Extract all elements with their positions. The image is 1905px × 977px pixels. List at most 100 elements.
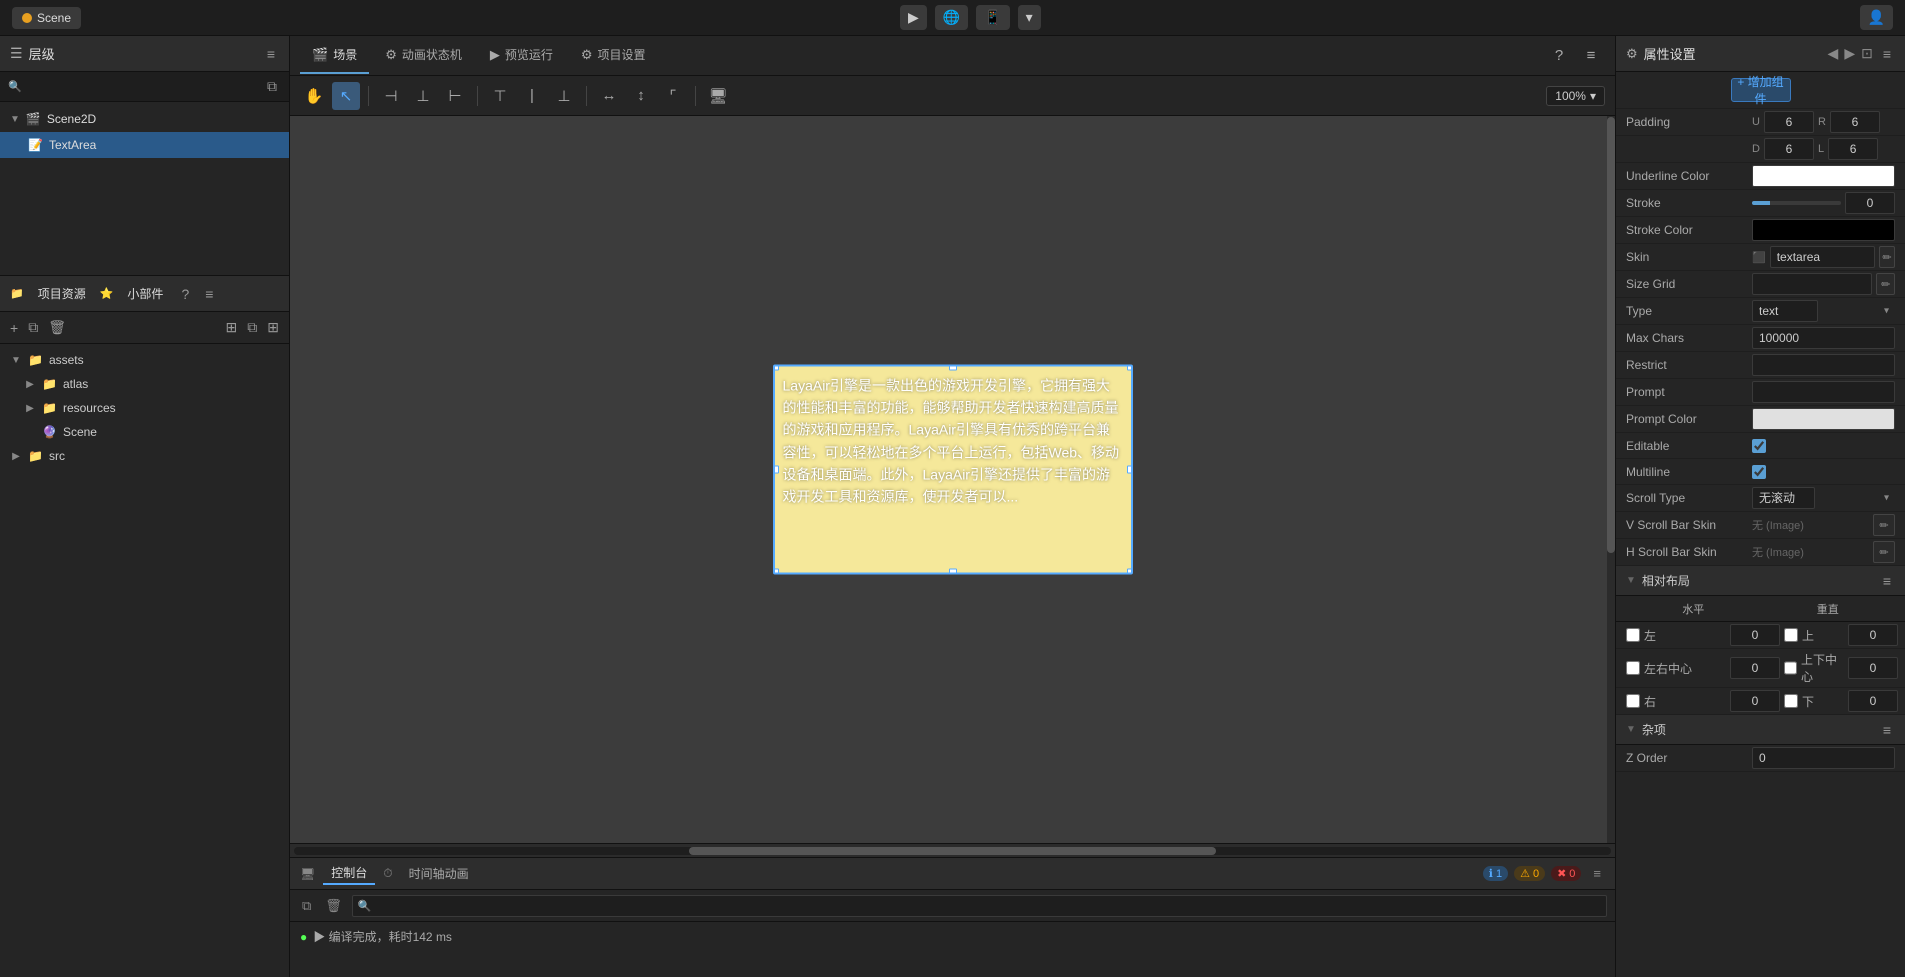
tree-scene[interactable]: ▶ 🔮 Scene <box>0 420 289 444</box>
align-center-h-button[interactable]: ⊥ <box>409 82 437 110</box>
hand-tool-button[interactable]: ✋ <box>300 82 328 110</box>
scroll-type-select[interactable]: 无滚动 水平滚动 垂直滚动 自由滚动 <box>1752 487 1815 509</box>
console-copy-button[interactable]: ⧉ <box>298 896 315 916</box>
scene-tab[interactable]: Scene <box>12 7 81 29</box>
v-scroll-edit-button[interactable]: ✏ <box>1873 514 1895 536</box>
skin-edit-button[interactable]: ✏ <box>1879 246 1895 268</box>
props-max-button[interactable]: ⊡ <box>1861 45 1873 62</box>
dist-h-button[interactable]: ↔ <box>595 82 623 110</box>
relative-layout-section[interactable]: ▼ 相对布局 ≡ <box>1616 566 1905 596</box>
right-check[interactable] <box>1626 694 1640 708</box>
assets-more2-button[interactable]: ⊞ <box>265 317 281 338</box>
h-scroll-edit-button[interactable]: ✏ <box>1873 541 1895 563</box>
props-more-button[interactable]: ≡ <box>1879 44 1895 64</box>
handle-tr[interactable] <box>1127 364 1133 370</box>
align-bottom-button[interactable]: ⊥ <box>550 82 578 110</box>
tab-console[interactable]: 控制台 <box>323 862 375 885</box>
stroke-input[interactable] <box>1845 192 1895 214</box>
props-nav-left[interactable]: ◀ <box>1828 45 1839 62</box>
textarea-widget[interactable]: LayaAir引擎是一款出色的游戏开发引擎，它拥有强大的性能和丰富的功能，能够帮… <box>773 364 1133 574</box>
prompt-input[interactable] <box>1752 381 1895 403</box>
bottom-input[interactable] <box>1848 690 1898 712</box>
assets-copy2-button[interactable]: ⧉ <box>245 317 259 338</box>
misc-more[interactable]: ≡ <box>1879 720 1895 740</box>
center-h-check[interactable] <box>1626 661 1640 675</box>
restrict-input[interactable] <box>1752 354 1895 376</box>
canvas-right-scrollbar[interactable] <box>1607 116 1615 843</box>
globe-button[interactable]: 🌐 <box>935 5 968 30</box>
assets-search-input[interactable] <box>74 321 218 335</box>
top-input[interactable] <box>1848 624 1898 646</box>
layers-more-button[interactable]: ≡ <box>263 44 279 64</box>
size-grid-input[interactable] <box>1752 273 1872 295</box>
z-order-input[interactable] <box>1752 747 1895 769</box>
align-top-button[interactable]: ⊤ <box>486 82 514 110</box>
padding-L-input[interactable] <box>1828 138 1878 160</box>
tab-scene[interactable]: 🎬 场景 <box>300 38 369 74</box>
skin-input[interactable] <box>1770 246 1875 268</box>
assets-copy-button[interactable]: ⧉ <box>26 317 40 338</box>
layers-search-input[interactable] <box>28 80 257 94</box>
padding-U-input[interactable] <box>1764 111 1814 133</box>
top-check[interactable] <box>1784 628 1798 642</box>
props-nav-right[interactable]: ▶ <box>1844 45 1855 62</box>
relative-layout-more[interactable]: ≡ <box>1879 571 1895 591</box>
layers-copy-button[interactable]: ⧉ <box>263 76 281 97</box>
center-h-input[interactable] <box>1730 657 1780 679</box>
prompt-color-swatch[interactable] <box>1752 408 1895 430</box>
platform-dropdown-button[interactable]: ▾ <box>1018 5 1041 30</box>
stroke-slider[interactable] <box>1752 201 1841 205</box>
padding-D-input[interactable] <box>1764 138 1814 160</box>
type-select[interactable]: text password number <box>1752 300 1818 322</box>
dist-tl-button[interactable]: ⌜ <box>659 82 687 110</box>
handle-tl[interactable] <box>773 364 779 370</box>
user-button[interactable]: 👤 <box>1860 5 1893 30</box>
multiline-checkbox[interactable] <box>1752 465 1766 479</box>
assets-filter-button[interactable]: ⊞ <box>224 317 240 338</box>
assets-help-button[interactable]: ? <box>177 284 193 304</box>
underline-color-swatch[interactable] <box>1752 165 1895 187</box>
layer-textarea[interactable]: 📝 TextArea <box>0 132 289 158</box>
align-left-button[interactable]: ⊣ <box>377 82 405 110</box>
handle-tm[interactable] <box>949 364 957 370</box>
handle-mr[interactable] <box>1127 465 1133 473</box>
select-tool-button[interactable]: ↖ <box>332 82 360 110</box>
zoom-display[interactable]: 100% ▾ <box>1546 86 1605 106</box>
tab-timeline[interactable]: 时间轴动画 <box>401 863 477 884</box>
screen-button[interactable]: 🖥 <box>704 82 732 110</box>
help-button[interactable]: ? <box>1545 42 1573 70</box>
bottom-check[interactable] <box>1784 694 1798 708</box>
console-trash-button[interactable]: 🗑 <box>321 896 346 916</box>
editable-checkbox[interactable] <box>1752 439 1766 453</box>
play-button[interactable]: ▶ <box>900 5 927 30</box>
add-component-button[interactable]: + 增加组件 <box>1731 78 1791 102</box>
assets-widget-tab[interactable]: 小部件 <box>121 283 169 304</box>
handle-ml[interactable] <box>773 465 779 473</box>
layer-scene2d[interactable]: ▼ 🎬 Scene2D <box>0 106 289 132</box>
assets-trash-button[interactable]: 🗑 <box>46 317 68 338</box>
right-input[interactable] <box>1730 690 1780 712</box>
align-center-v-button[interactable]: | <box>518 82 546 110</box>
assets-project-tab[interactable]: 项目资源 <box>32 283 92 304</box>
padding-R-input[interactable] <box>1830 111 1880 133</box>
misc-section[interactable]: ▼ 杂项 ≡ <box>1616 715 1905 745</box>
center-v-input[interactable] <box>1848 657 1898 679</box>
console-more-button[interactable]: ≡ <box>1589 864 1605 883</box>
mobile-button[interactable]: 📱 <box>976 5 1009 30</box>
size-grid-edit-button[interactable]: ✏ <box>1876 273 1895 295</box>
align-right-button[interactable]: ⊢ <box>441 82 469 110</box>
stroke-color-swatch[interactable] <box>1752 219 1895 241</box>
tree-resources[interactable]: ▶ 📁 resources <box>0 396 289 420</box>
tree-atlas[interactable]: ▶ 📁 atlas <box>0 372 289 396</box>
left-check[interactable] <box>1626 628 1640 642</box>
dist-v-button[interactable]: ↕ <box>627 82 655 110</box>
handle-bm[interactable] <box>949 568 957 574</box>
assets-more-button[interactable]: ≡ <box>201 284 217 304</box>
tab-preview[interactable]: ▶ 预览运行 <box>478 38 565 74</box>
tab-project-settings[interactable]: ⚙ 项目设置 <box>569 38 658 74</box>
max-chars-input[interactable] <box>1752 327 1895 349</box>
tabs-more-button[interactable]: ≡ <box>1577 42 1605 70</box>
center-v-check[interactable] <box>1784 661 1797 675</box>
assets-add-button[interactable]: + <box>8 318 20 338</box>
tab-animation[interactable]: ⚙ 动画状态机 <box>373 38 474 74</box>
